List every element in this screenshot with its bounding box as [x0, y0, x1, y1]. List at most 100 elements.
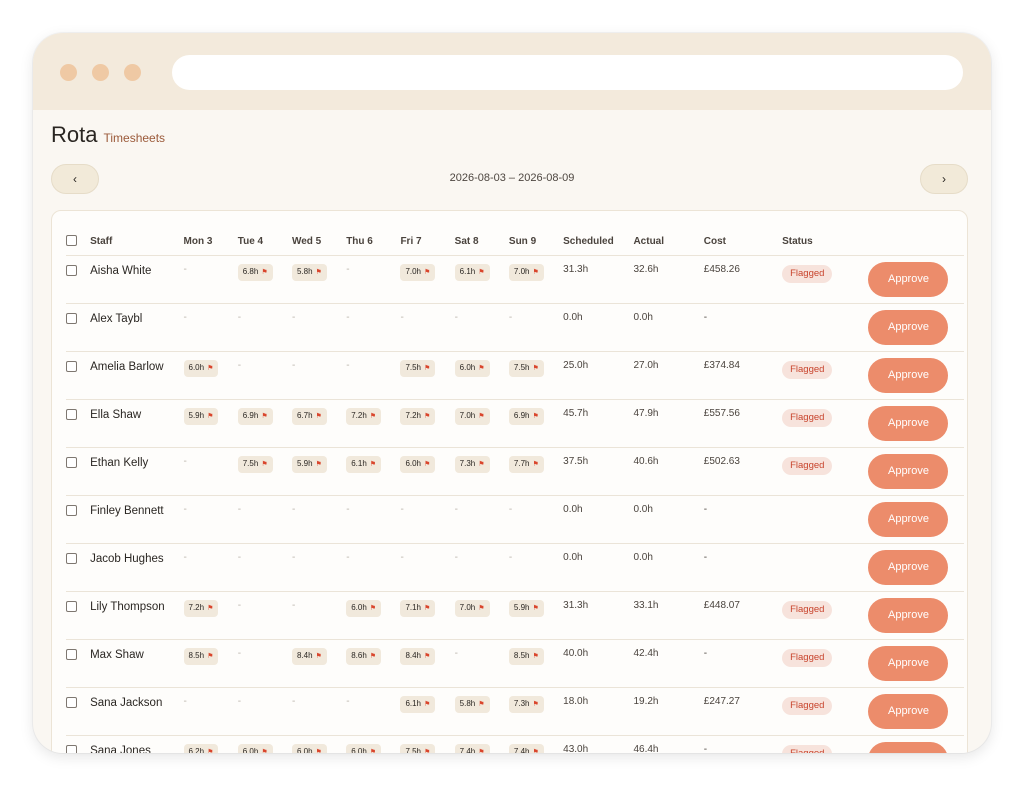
row-checkbox[interactable] — [66, 360, 77, 372]
shift-pill[interactable]: 7.4h ⚑ — [454, 743, 490, 753]
approve-button[interactable]: Approve — [868, 501, 949, 537]
shift-hours: 7.1h — [405, 602, 422, 612]
day-cell: 6.7h ⚑ — [291, 399, 347, 448]
day-cell: - — [454, 639, 509, 688]
shift-pill[interactable]: 5.9h ⚑ — [508, 599, 544, 617]
approve-button[interactable]: Approve — [868, 309, 949, 345]
address-bar[interactable] — [172, 55, 963, 90]
shift-pill[interactable]: 7.3h ⚑ — [454, 455, 490, 473]
row-checkbox[interactable] — [66, 264, 77, 276]
shift-pill[interactable]: 7.2h ⚑ — [346, 407, 382, 425]
next-week-button[interactable]: › — [920, 164, 968, 194]
row-checkbox[interactable] — [66, 408, 77, 420]
shift-pill[interactable]: 8.5h ⚑ — [183, 647, 219, 665]
row-checkbox[interactable] — [66, 312, 77, 324]
window-close-dot[interactable] — [60, 64, 77, 81]
day-cell: 6.1h ⚑ — [454, 255, 509, 304]
shift-pill[interactable]: 7.5h ⚑ — [400, 359, 436, 377]
shift-pill[interactable]: 7.1h ⚑ — [400, 599, 436, 617]
shift-pill[interactable]: 6.0h ⚑ — [291, 743, 327, 753]
status-badge: Flagged — [782, 696, 833, 715]
approve-button[interactable]: Approve — [868, 597, 949, 633]
shift-pill[interactable]: 6.1h ⚑ — [400, 695, 436, 713]
shift-pill[interactable]: 8.4h ⚑ — [400, 647, 436, 665]
approve-button[interactable]: Approve — [868, 549, 949, 585]
approve-button[interactable]: Approve — [868, 741, 949, 753]
approve-button[interactable]: Approve — [868, 357, 949, 393]
approve-button[interactable]: Approve — [868, 645, 949, 681]
shift-pill[interactable]: 7.2h ⚑ — [183, 599, 219, 617]
empty-shift: - — [183, 695, 187, 707]
flag-icon: ⚑ — [315, 460, 322, 468]
row-checkbox[interactable] — [66, 456, 77, 468]
approve-button[interactable]: Approve — [868, 405, 949, 441]
shift-pill[interactable]: 7.0h ⚑ — [400, 263, 436, 281]
shift-hours: 6.0h — [459, 362, 476, 372]
shift-pill[interactable]: 6.1h ⚑ — [454, 263, 490, 281]
shift-pill[interactable]: 6.2h ⚑ — [183, 743, 219, 754]
shift-pill[interactable]: 6.1h ⚑ — [346, 455, 382, 473]
column-header: Fri 7 — [400, 229, 455, 256]
row-checkbox[interactable] — [66, 648, 77, 660]
day-cell: 8.5h ⚑ — [183, 639, 238, 688]
shift-pill[interactable]: 7.0h ⚑ — [454, 407, 490, 425]
day-cell: 5.9h ⚑ — [291, 447, 347, 496]
day-cell: 6.9h ⚑ — [508, 399, 564, 448]
column-header: Mon 3 — [183, 229, 238, 256]
shift-pill[interactable]: 7.0h ⚑ — [508, 263, 544, 281]
day-cell: - — [237, 639, 292, 688]
cost-value: - — [703, 639, 783, 688]
shift-pill[interactable]: 5.9h ⚑ — [291, 455, 327, 473]
shift-pill[interactable]: 7.5h ⚑ — [237, 455, 273, 473]
shift-pill[interactable]: 7.2h ⚑ — [400, 407, 436, 425]
day-cell: 8.4h ⚑ — [291, 639, 347, 688]
approve-button[interactable]: Approve — [868, 693, 949, 729]
row-select-cell — [66, 303, 91, 352]
shift-pill[interactable]: 6.0h ⚑ — [346, 599, 382, 617]
shift-pill[interactable]: 6.9h ⚑ — [237, 407, 273, 425]
shift-pill[interactable]: 8.6h ⚑ — [346, 647, 382, 665]
timesheet-card: Staff Mon 3 Tue 4 Wed 5 Thu 6 Fri 7 Sat … — [51, 210, 968, 753]
shift-pill[interactable]: 7.0h ⚑ — [454, 599, 490, 617]
window-minimize-dot[interactable] — [92, 64, 109, 81]
shift-pill[interactable]: 5.8h ⚑ — [454, 695, 490, 713]
shift-pill[interactable]: 7.5h ⚑ — [400, 743, 436, 753]
shift-pill[interactable]: 6.9h ⚑ — [508, 407, 544, 425]
row-select-cell — [66, 543, 91, 592]
row-checkbox[interactable] — [66, 600, 77, 612]
shift-pill[interactable]: 5.9h ⚑ — [183, 407, 219, 425]
row-checkbox[interactable] — [66, 552, 77, 564]
shift-pill[interactable]: 7.4h ⚑ — [508, 743, 544, 753]
empty-shift: - — [291, 311, 296, 323]
shift-pill[interactable]: 6.0h ⚑ — [454, 359, 490, 377]
shift-pill[interactable]: 6.0h ⚑ — [237, 743, 273, 753]
flag-icon: ⚑ — [424, 460, 431, 468]
action-cell: Approve — [868, 447, 964, 496]
approve-button[interactable]: Approve — [868, 261, 949, 297]
flag-icon: ⚑ — [207, 748, 214, 754]
shift-pill[interactable]: 7.7h ⚑ — [508, 455, 544, 473]
shift-hours: 7.5h — [405, 362, 422, 372]
shift-pill[interactable]: 5.8h ⚑ — [291, 263, 327, 281]
shift-pill[interactable]: 6.7h ⚑ — [291, 407, 327, 425]
window-maximize-dot[interactable] — [124, 64, 141, 81]
shift-pill[interactable]: 6.0h ⚑ — [400, 455, 436, 473]
shift-pill[interactable]: 6.0h ⚑ — [346, 743, 382, 753]
flag-icon: ⚑ — [532, 268, 539, 276]
scheduled-hours: 31.3h — [563, 591, 634, 640]
shift-pill[interactable]: 8.5h ⚑ — [508, 647, 544, 665]
flag-icon: ⚑ — [315, 268, 322, 276]
row-checkbox[interactable] — [66, 696, 77, 708]
table-body: Aisha White -6.8h ⚑ 5.8h ⚑ -7.0h ⚑ 6.1h ⚑ 7.0h ⚑ 31… — [66, 255, 964, 753]
row-checkbox[interactable] — [66, 744, 77, 753]
status-cell: Flagged — [782, 639, 869, 688]
day-cell: - — [237, 351, 292, 400]
shift-pill[interactable]: 7.3h ⚑ — [508, 695, 544, 713]
approve-button[interactable]: Approve — [868, 453, 949, 489]
shift-pill[interactable]: 7.5h ⚑ — [508, 359, 544, 377]
select-all-checkbox[interactable] — [66, 234, 77, 246]
shift-pill[interactable]: 6.8h ⚑ — [237, 263, 273, 281]
shift-pill[interactable]: 8.4h ⚑ — [291, 647, 327, 665]
row-checkbox[interactable] — [66, 504, 77, 516]
shift-pill[interactable]: 6.0h ⚑ — [183, 359, 219, 377]
